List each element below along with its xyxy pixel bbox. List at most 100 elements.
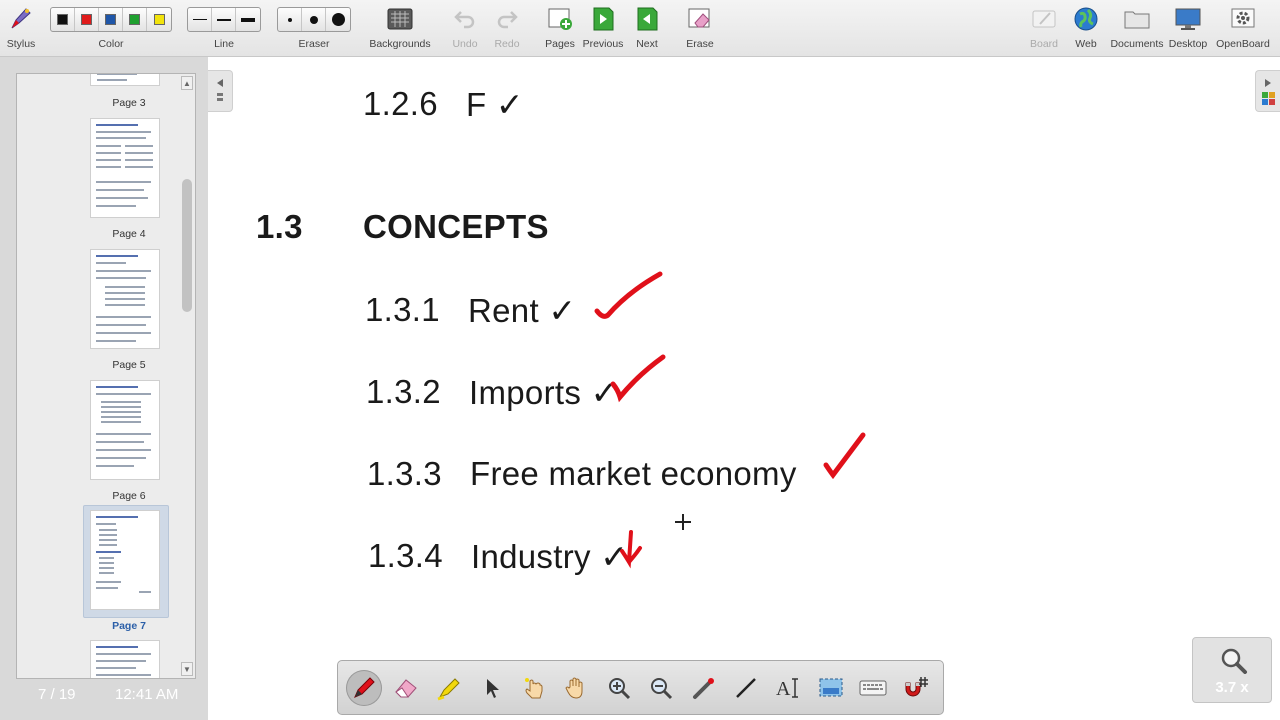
zoom-out-icon [651,678,673,700]
scrollbar-handle[interactable] [182,179,192,312]
thumbnail-label-active: Page 7 [112,620,146,632]
eraser-tool[interactable] [388,670,424,706]
thumbnail-line [105,292,145,294]
desktop-button[interactable]: Desktop [1166,0,1210,57]
thumbnail-line [99,562,114,564]
thumbnail-scrollbar[interactable]: ▲ ▼ [181,76,193,676]
virtual-keyboard-tool[interactable] [855,670,891,706]
thumbnail-label: Page 5 [112,359,146,371]
thumbnail-line [96,457,146,459]
color-green[interactable] [123,8,147,31]
page-thumbnail-6[interactable] [90,380,160,480]
scroll-down-icon[interactable]: ▼ [181,662,193,676]
eraser-small-icon [287,17,292,22]
stylus-button[interactable]: Stylus [0,0,42,57]
stylus-palette: A [337,660,944,715]
zoom-out-tool[interactable] [643,670,679,706]
right-panel-toggle[interactable] [1255,70,1280,112]
color-red[interactable] [75,8,99,31]
svg-text:A: A [776,678,791,700]
red-checkmark-1 [594,271,663,319]
zoom-in-icon [609,678,631,700]
color-black[interactable] [51,8,75,31]
highlighter-tool[interactable] [431,670,467,706]
eraser-small[interactable] [278,8,302,31]
eraser-group: Eraser [277,0,351,57]
color-swatch [81,14,92,25]
page-thumbnail-7[interactable] [90,510,160,610]
thumbnail-line [96,189,144,191]
line-thin[interactable] [188,8,212,31]
pages-button[interactable]: Pages [539,0,581,57]
eraser-medium[interactable] [302,8,326,31]
backgrounds-icon [386,6,414,32]
eraser-large[interactable] [326,8,350,31]
scroll-up-icon[interactable]: ▲ [181,76,193,90]
play-tool[interactable] [516,670,552,706]
thumbnail-line [96,131,151,133]
thumbnail-line [96,660,146,662]
redo-icon [493,6,521,32]
thumbnail-line [96,316,151,318]
thumbnail-line [125,166,153,168]
gear-icon [1229,6,1257,32]
thumbnail-line [96,587,118,589]
magnet-grid-tool[interactable] [898,670,934,706]
page-thumbnail-8[interactable] [90,640,160,678]
thumbnail-line [99,572,114,574]
color-blue[interactable] [99,8,123,31]
selector-tool[interactable] [473,670,509,706]
zoom-indicator[interactable]: 3.7 x [1192,637,1272,703]
next-page-button[interactable]: Next [625,0,669,57]
hand-tool[interactable] [558,670,594,706]
thumbnail-line [125,145,153,147]
thumbnail-line [96,653,151,655]
board-canvas[interactable]: 1.2.6 F ✓ 1.3 CONCEPTS 1.3.1 Rent ✓ 1.3.… [208,57,1280,720]
thumbnail-line [99,557,114,559]
thumbnail-line [97,74,137,75]
page-thumbnails-panel: Page 3 Page 4 Page 5 Page 6 Page 7 ▲ ▼ 7… [0,57,208,720]
laser-pointer-tool[interactable] [686,670,722,706]
page-thumbnail-3[interactable] [90,74,160,86]
capture-tool[interactable] [813,670,849,706]
color-swatch [105,14,116,25]
erase-button[interactable]: Erase [678,0,722,57]
zoom-in-tool[interactable] [601,670,637,706]
web-button[interactable]: Web [1066,0,1106,57]
page-thumbnail-4[interactable] [90,118,160,218]
thumbnail-line [101,421,141,423]
pen-tool[interactable] [346,670,382,706]
thumbnail-line [96,465,134,467]
thumbnail-label: Page 3 [112,97,146,109]
left-panel-toggle[interactable] [208,70,233,112]
arrow-cursor-icon [487,679,499,698]
backgrounds-button[interactable]: Backgrounds [368,0,432,57]
redo-button[interactable]: Redo [486,0,528,57]
thumbnail-line [96,393,151,395]
line-thick[interactable] [236,8,260,31]
capture-icon [819,678,843,697]
thumbnail-line [96,152,121,154]
clock: 12:41 AM [115,686,179,703]
page-thumbnail-5[interactable] [90,249,160,349]
thumbnail-line [96,159,121,161]
line-medium[interactable] [212,8,236,31]
color-swatch [153,14,165,25]
text-tool[interactable]: A [770,670,806,706]
board-button[interactable]: Board [1022,0,1066,57]
openboard-menu-button[interactable]: OpenBoard [1210,0,1276,57]
magnet-icon [905,677,928,697]
line-tool[interactable] [728,670,764,706]
thumbnail-line [101,411,141,413]
add-page-icon [546,6,574,32]
color-yellow[interactable] [147,8,171,31]
thumbnail-line [96,646,138,648]
undo-button[interactable]: Undo [444,0,486,57]
next-page-icon [633,6,661,32]
eraser-icon [395,679,417,698]
thumbnail-line [96,386,138,388]
previous-page-button[interactable]: Previous [581,0,625,57]
thumbnail-line [96,124,138,126]
documents-button[interactable]: Documents [1108,0,1166,57]
color-selector [50,7,172,32]
